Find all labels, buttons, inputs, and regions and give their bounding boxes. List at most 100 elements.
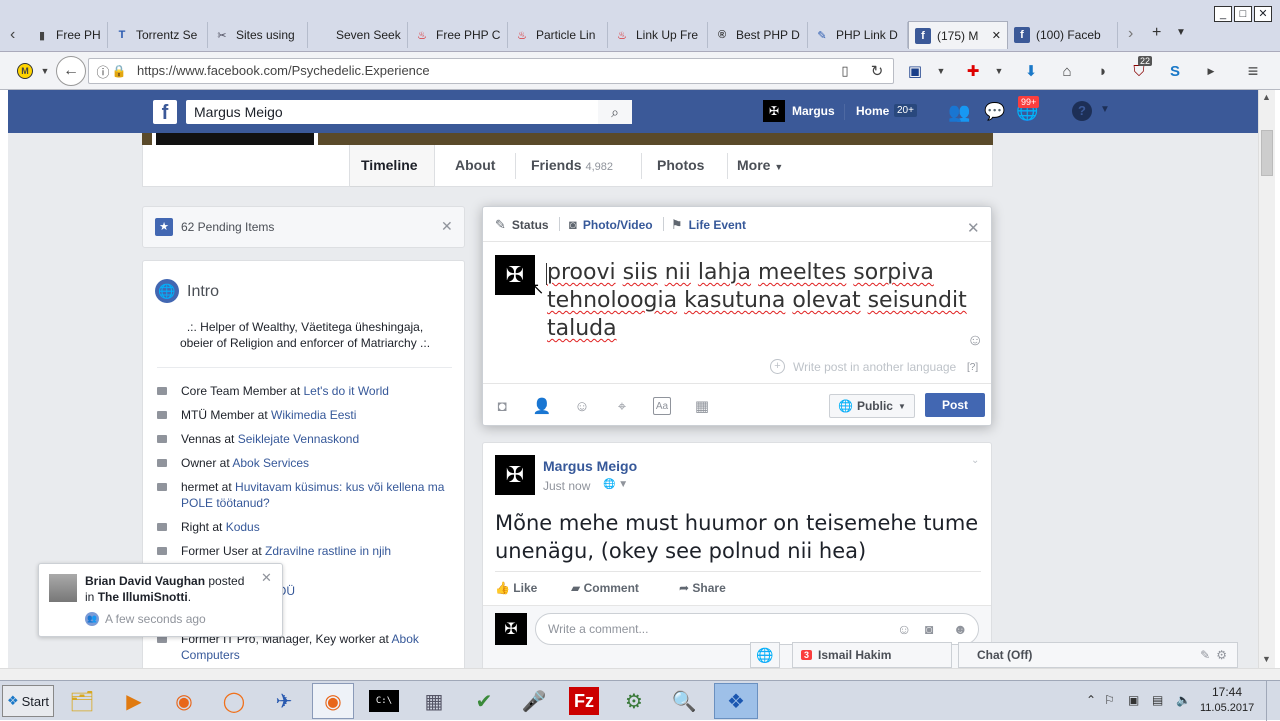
- windows-update-icon[interactable]: ❖: [714, 683, 758, 719]
- skype-icon[interactable]: S: [1164, 60, 1186, 82]
- scroll-down-icon[interactable]: ▼: [1262, 654, 1271, 664]
- save-dropdown-icon[interactable]: ▼: [930, 60, 952, 82]
- browser-tab[interactable]: f (175) M ✕: [908, 21, 1008, 49]
- intro-item-link[interactable]: Let's do it World: [304, 384, 389, 398]
- close-window-icon[interactable]: ✕: [1254, 6, 1272, 22]
- home-icon[interactable]: ⌂: [1056, 60, 1078, 82]
- close-icon[interactable]: ✕: [261, 570, 272, 586]
- messages-icon[interactable]: 💬: [984, 102, 1005, 122]
- start-button[interactable]: ❖ Start: [2, 685, 54, 717]
- firstaid-addon-icon[interactable]: ✚: [962, 60, 984, 82]
- extension-m-icon[interactable]: M: [14, 60, 36, 82]
- post-privacy-icon[interactable]: 🌐 ▼: [603, 479, 628, 490]
- comment-sticker-icon[interactable]: ☻: [953, 621, 968, 637]
- firefox-active-icon[interactable]: ◉: [312, 683, 354, 719]
- friend-requests-icon[interactable]: 👥: [948, 102, 970, 123]
- privacy-selector[interactable]: 🌐 Public ▼: [829, 394, 915, 418]
- browser-tab[interactable]: ♨ Link Up Fre: [608, 22, 708, 48]
- user-name-link[interactable]: Margus: [792, 104, 835, 118]
- tab-friends[interactable]: Friends 4,982: [531, 157, 613, 173]
- tab-list-icon[interactable]: ▼: [1176, 27, 1186, 38]
- chat-globe-icon[interactable]: 🌐: [750, 642, 780, 668]
- browser-tab[interactable]: ▮ Free PHP D: [28, 22, 108, 48]
- comment-input[interactable]: Write a comment...: [535, 613, 979, 645]
- pocket-icon[interactable]: ◗: [1092, 60, 1114, 82]
- chat-contact-tab[interactable]: 3 Ismail Hakim: [792, 642, 952, 668]
- save-icon[interactable]: ▣: [904, 60, 926, 82]
- tab-photo-video[interactable]: ◙ Photo/Video: [569, 217, 653, 232]
- url-bar[interactable]: https://www.facebook.com/Psychedelic.Exp…: [88, 58, 894, 84]
- search-icon[interactable]: ⌕: [598, 100, 632, 124]
- post-options-icon[interactable]: ⌄: [971, 455, 979, 466]
- file-explorer-icon[interactable]: 🗂: [62, 685, 102, 717]
- close-icon[interactable]: ✕: [967, 219, 980, 237]
- device-icon[interactable]: ▣: [1128, 693, 1139, 707]
- task-scheduler-icon[interactable]: ✔: [464, 685, 504, 717]
- browser-tab[interactable]: ✎ PHP Link D: [808, 22, 908, 48]
- post-button[interactable]: Post: [925, 393, 985, 417]
- volume-icon[interactable]: 🔈: [1176, 693, 1191, 707]
- browser-tab[interactable]: ✂ Sites using: [208, 22, 308, 48]
- language-help-link[interactable]: [?]: [967, 362, 978, 373]
- post-author-name[interactable]: Margus Meigo: [543, 458, 637, 474]
- composer-text-area[interactable]: proovi siis nii lahja meeltes sorpiva te…: [547, 259, 967, 343]
- chat-settings-gear-icon[interactable]: ⚙: [1216, 648, 1227, 662]
- browser-tab[interactable]: ♨ Free PHP C: [408, 22, 508, 48]
- firstaid-dropdown-icon[interactable]: ▼: [988, 60, 1010, 82]
- network-tool-icon[interactable]: ⚙: [614, 685, 654, 717]
- scroll-up-icon[interactable]: ▲: [1262, 92, 1271, 102]
- show-desktop-button[interactable]: [1266, 681, 1278, 721]
- comment-emoji-icon[interactable]: ☺: [897, 621, 911, 637]
- filezilla-icon[interactable]: Fz: [564, 685, 604, 717]
- page-scrollbar[interactable]: ▲ ▼: [1258, 90, 1275, 668]
- firefox-icon[interactable]: ◉: [164, 685, 204, 717]
- feeling-icon[interactable]: ☺: [573, 397, 591, 415]
- browser-tab[interactable]: f (100) Faceb: [1008, 22, 1118, 48]
- maximize-icon[interactable]: □: [1234, 6, 1252, 22]
- intro-item-link[interactable]: Kodus: [226, 520, 260, 534]
- reader-view-icon[interactable]: ▯: [834, 60, 856, 82]
- clock-time[interactable]: 17:44: [1212, 685, 1242, 699]
- extension-dropdown-icon[interactable]: ▼: [34, 60, 56, 82]
- post-author-avatar[interactable]: ✠: [495, 455, 535, 495]
- comment-button[interactable]: ▰ Comment: [571, 581, 639, 595]
- minimize-icon[interactable]: _: [1214, 6, 1232, 22]
- post-time[interactable]: Just now: [543, 479, 590, 493]
- show-hidden-icons[interactable]: ⌃: [1086, 693, 1096, 707]
- tab-photos[interactable]: Photos: [657, 157, 704, 173]
- pending-items-card[interactable]: ★ 62 Pending Items ✕: [142, 206, 465, 248]
- user-avatar[interactable]: ✠: [763, 100, 785, 122]
- browser-tab[interactable]: T Torrentz Se: [108, 22, 208, 48]
- share-button[interactable]: ➦ Share: [679, 581, 726, 595]
- media-player-icon[interactable]: ▶: [114, 685, 154, 717]
- reload-icon[interactable]: ↻: [866, 60, 888, 82]
- other-language-link[interactable]: Write post in another language: [793, 360, 956, 374]
- home-link[interactable]: Home: [856, 104, 889, 118]
- tab-scroll-left-icon[interactable]: ‹: [10, 26, 15, 44]
- emoji-icon[interactable]: ☺: [967, 332, 983, 350]
- new-tab-icon[interactable]: +: [1152, 24, 1161, 42]
- tab-status[interactable]: ✎ Status: [495, 217, 549, 233]
- command-prompt-icon[interactable]: C:\: [364, 685, 404, 717]
- facebook-logo-icon[interactable]: f: [153, 100, 177, 124]
- add-language-icon[interactable]: +: [770, 359, 785, 374]
- clock-date[interactable]: 11.05.2017: [1200, 702, 1254, 714]
- close-icon[interactable]: ✕: [441, 218, 453, 235]
- network-icon[interactable]: ▤: [1152, 693, 1163, 707]
- photo-icon[interactable]: ◘: [493, 397, 511, 415]
- youtube-icon[interactable]: ▶: [1200, 60, 1222, 82]
- browser-tab[interactable]: Seven Seek Wel: [308, 22, 408, 48]
- intro-item-link[interactable]: Wikimedia Eesti: [271, 408, 356, 422]
- intro-item-link[interactable]: Abok Services: [232, 456, 309, 470]
- location-pin-icon[interactable]: ⌖: [613, 397, 631, 415]
- comment-photo-icon[interactable]: ◙: [925, 621, 933, 637]
- back-button-icon[interactable]: ←: [56, 56, 86, 86]
- avast-icon[interactable]: ◯: [214, 685, 254, 717]
- calendar-icon[interactable]: ▦: [693, 397, 711, 415]
- tab-more[interactable]: More ▼: [737, 157, 783, 173]
- text-style-icon[interactable]: Aa: [653, 397, 671, 415]
- scrollbar-thumb[interactable]: [1261, 130, 1273, 176]
- tab-scroll-right-icon[interactable]: ›: [1128, 25, 1133, 43]
- tab-life-event[interactable]: ⚑ Life Event: [671, 217, 746, 233]
- action-center-flag-icon[interactable]: ⚐: [1104, 693, 1115, 707]
